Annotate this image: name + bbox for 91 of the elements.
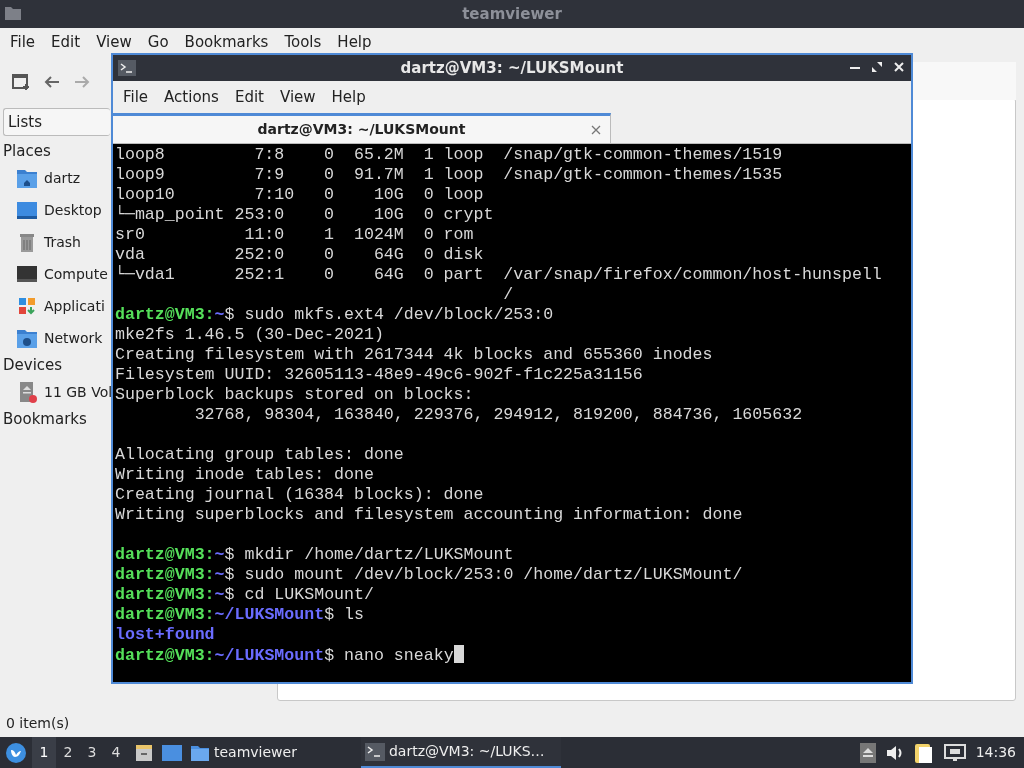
output-line: └─vda1 252:1 0 64G 0 part /var/snap/firefox/common/host-hunspell: [115, 265, 882, 284]
prompt-user: dartz@VM3:: [115, 585, 215, 604]
file-cabinet-icon[interactable]: [134, 742, 154, 763]
output-line: /: [502, 285, 514, 304]
menu-item[interactable]: View: [271, 85, 324, 109]
clipboard-icon[interactable]: [913, 741, 934, 764]
maximize-icon[interactable]: [871, 61, 883, 73]
output-line: Superblock backups stored on blocks:: [115, 385, 474, 404]
menu-item[interactable]: View: [88, 30, 140, 54]
prompt-path: ~: [214, 585, 225, 604]
command-text: $ sudo mkfs.ext4 /dev/block/253:0: [224, 305, 554, 324]
close-tab-icon[interactable]: [591, 125, 601, 135]
volume-icon[interactable]: [885, 744, 904, 761]
sidebar-item[interactable]: Desktop: [44, 199, 102, 221]
sidebar-item[interactable]: 11 GB Vol: [44, 381, 113, 403]
computer-icon: [16, 263, 38, 285]
home-icon: [16, 167, 38, 189]
sidebar-item[interactable]: Network: [44, 327, 103, 349]
clock[interactable]: 14:36: [975, 742, 1016, 763]
command-text: $ nano sneaky: [324, 646, 454, 665]
section-header: Devices: [3, 355, 63, 376]
command-text: $ sudo mount /dev/block/253:0 /home/dartz/LUKSMount/: [224, 565, 743, 584]
terminal-icon: [364, 742, 385, 761]
prompt-path: ~: [214, 565, 225, 584]
output-line: Allocating group tables: done: [115, 445, 404, 464]
network-icon: [16, 327, 38, 349]
prompt-user: dartz@VM3:: [115, 305, 215, 324]
workspace-button[interactable]: 2: [56, 737, 80, 768]
menu-item[interactable]: File: [2, 30, 44, 54]
eject-icon[interactable]: [859, 742, 876, 763]
output-line: Writing superblocks and filesystem accounting information: done: [115, 505, 743, 524]
back-icon[interactable]: [44, 75, 60, 89]
menu-item[interactable]: Actions: [156, 85, 227, 109]
output-line: 32768, 98304, 163840, 229376, 294912, 819200, 884736, 1605632: [193, 405, 803, 424]
menu-item[interactable]: Help: [329, 30, 380, 54]
output-line: Writing inode tables: done: [115, 465, 374, 484]
folder-icon: [190, 743, 210, 762]
menu-item[interactable]: Bookmarks: [176, 30, 277, 54]
prompt-user: dartz@VM3:: [115, 545, 215, 564]
network-icon[interactable]: [943, 743, 966, 762]
terminal-tab[interactable]: dartz@VM3: ~/LUKSMount: [113, 113, 611, 143]
output-line: mke2fs 1.46.5 (30-Dec-2021): [115, 325, 384, 344]
prompt-path: ~: [214, 545, 225, 564]
menu-item[interactable]: Edit: [226, 85, 272, 109]
menu-item[interactable]: Edit: [43, 30, 89, 54]
command-text: $ cd LUKSMount/: [224, 585, 374, 604]
menu-item[interactable]: Tools: [276, 30, 330, 54]
output-line: sr0 11:0 1 1024M 0 rom: [115, 225, 474, 244]
prompt-path: ~/LUKSMount: [214, 605, 325, 624]
output-line: vda 252:0 0 64G 0 disk: [115, 245, 484, 264]
workspace-button[interactable]: 3: [80, 737, 104, 768]
window-title: teamviewer: [462, 3, 562, 25]
section-header: Bookmarks: [3, 409, 87, 430]
menu-item[interactable]: Go: [139, 30, 177, 54]
side-pane-dropdown[interactable]: Lists: [3, 108, 110, 136]
start-menu-icon[interactable]: [6, 742, 26, 763]
desktop-icon[interactable]: [162, 743, 182, 762]
menu-item[interactable]: File: [115, 85, 157, 109]
folder-icon: [5, 6, 21, 20]
output-line: Filesystem UUID: 32605113-48e9-49c6-902f-f1c225a31156: [115, 365, 643, 384]
prompt-user: dartz@VM3:: [115, 605, 215, 624]
prompt-path: ~/LUKSMount: [214, 646, 325, 665]
close-icon[interactable]: [893, 61, 905, 73]
taskbar-button[interactable]: teamviewer: [186, 737, 301, 768]
directory-name: lost+found: [115, 625, 215, 644]
sidebar-item[interactable]: Applicati: [44, 295, 105, 317]
output-line: Creating filesystem with 2617344 4k blocks and 655360 inodes: [115, 345, 713, 364]
output-line: loop8 7:8 0 65.2M 1 loop /snap/gtk-common-themes/1519: [115, 145, 783, 164]
prompt-user: dartz@VM3:: [115, 646, 215, 665]
desktop-icon: [16, 199, 38, 221]
sidebar-item[interactable]: dartz: [44, 167, 81, 189]
window-title: dartz@VM3: ~/LUKSMount: [400, 57, 624, 79]
prompt-path: ~: [214, 305, 225, 324]
output-line: loop10 7:10 0 10G 0 loop: [115, 185, 484, 204]
command-text: $ mkdir /home/dartz/LUKSMount: [224, 545, 514, 564]
status-text: 0 item(s): [5, 714, 71, 733]
output-line: loop9 7:9 0 91.7M 1 loop /snap/gtk-common-themes/1535: [115, 165, 783, 184]
output-line: Creating journal (16384 blocks): done: [115, 485, 484, 504]
terminal-icon: [118, 60, 136, 76]
apps-icon: [16, 295, 38, 317]
workspace-button[interactable]: 4: [104, 737, 128, 768]
menu-item[interactable]: Help: [323, 85, 374, 109]
command-text: $ ls: [324, 605, 364, 624]
new-tab-icon[interactable]: [12, 73, 30, 91]
output-line: └─map_point 253:0 0 10G 0 crypt: [115, 205, 494, 224]
sidebar-item[interactable]: Compute: [44, 263, 108, 285]
workspace-button[interactable]: 1: [32, 737, 56, 768]
section-header: Places: [3, 141, 51, 162]
sidebar-item[interactable]: Trash: [44, 231, 81, 253]
taskbar-button[interactable]: dartz@VM3: ~/LUKS…: [360, 737, 561, 768]
prompt-user: dartz@VM3:: [115, 565, 215, 584]
